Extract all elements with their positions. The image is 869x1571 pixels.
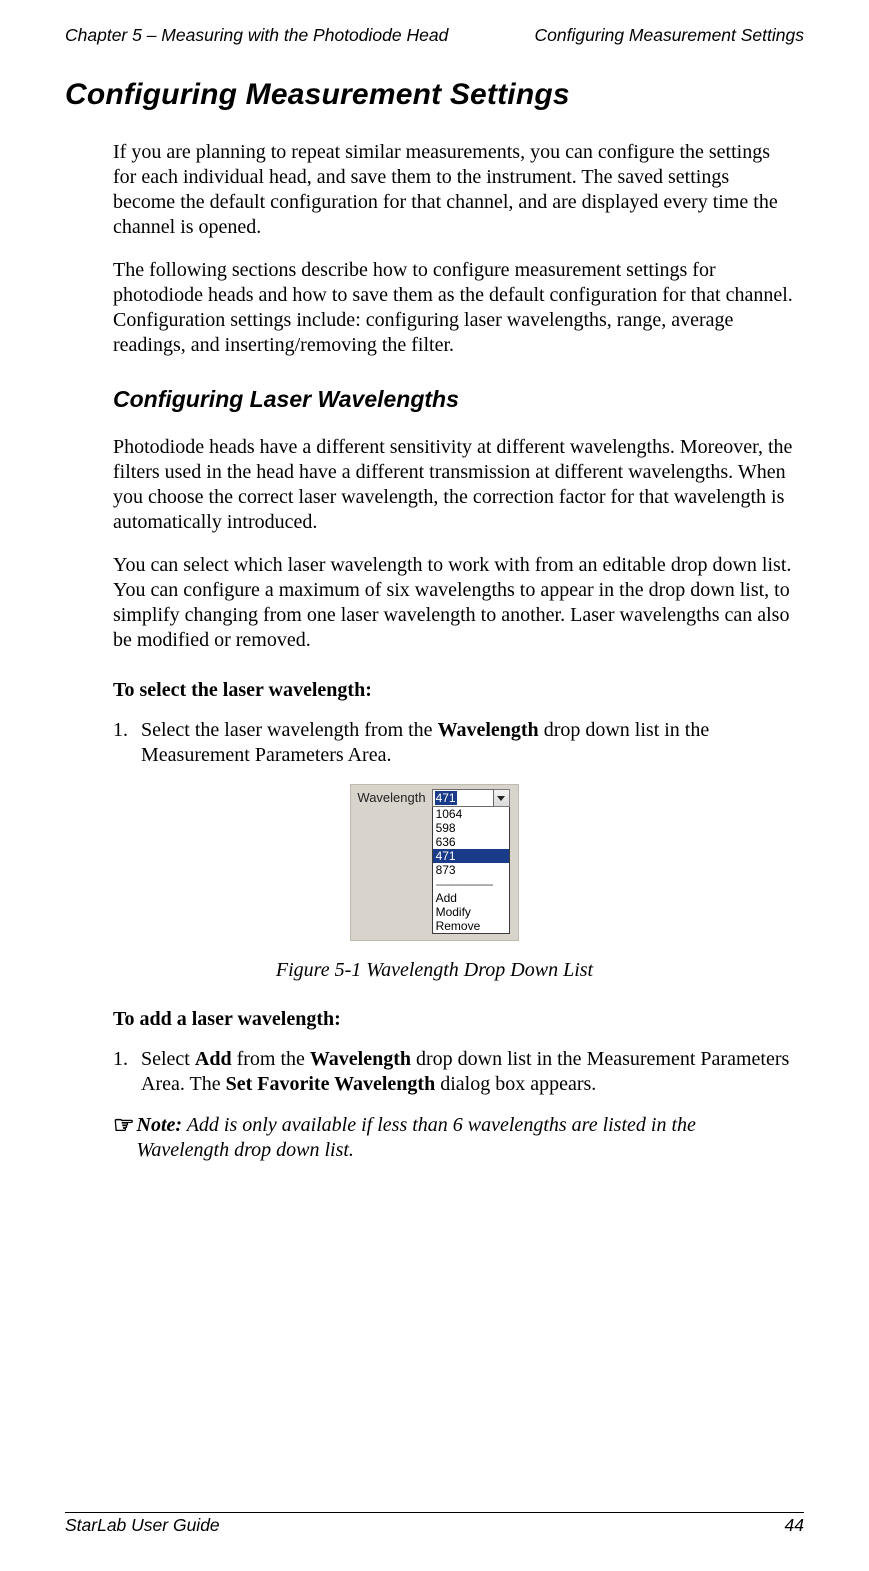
footer-left: StarLab User Guide [65,1515,220,1536]
subsection-title: Configuring Laser Wavelengths [113,386,804,413]
step-text-pre: Select the laser wavelength from the [141,719,438,741]
wavelength-dropdown-button[interactable] [494,789,510,807]
note-label: Note: [137,1114,183,1136]
step-add-1: 1. Select Add from the Wavelength drop d… [113,1047,793,1097]
wavelength-option-selected[interactable]: 471 [433,849,509,863]
wavelength-option-separator: ------------------- [433,877,509,891]
wavelength-option[interactable]: 636 [433,835,509,849]
wavelength-dropdown-widget: Wavelength 471 1064 598 636 471 873 [350,784,518,941]
step-select-1: 1. Select the laser wavelength from the … [113,718,793,768]
wavelength-selected-value[interactable]: 471 [432,789,494,807]
wavelength-action-remove[interactable]: Remove [433,919,509,933]
note-body: Add is only available if less than 6 wav… [137,1114,696,1161]
wavelength-option[interactable]: 873 [433,863,509,877]
procedure-heading-select: To select the laser wavelength: [113,679,804,702]
wavelength-label: Wavelength [357,789,425,807]
step-text-bold: Set Favorite Wavelength [226,1073,436,1095]
intro-paragraph-1: If you are planning to repeat similar me… [113,140,793,240]
footer-page-number: 44 [785,1515,804,1536]
wavelength-paragraph-1: Photodiode heads have a different sensit… [113,435,793,535]
pointing-hand-icon: ☞ [113,1114,135,1164]
page-footer: StarLab User Guide 44 [0,1512,869,1536]
wavelength-combobox[interactable]: 471 [432,789,510,807]
chevron-down-icon [497,796,505,801]
procedure-heading-add: To add a laser wavelength: [113,1008,804,1031]
step-number: 1. [113,1047,141,1097]
wavelength-action-add[interactable]: Add [433,891,509,905]
step-text-bold: Wavelength [438,719,539,741]
step-text: Select [141,1048,195,1070]
wavelength-option[interactable]: 1064 [433,807,509,821]
running-header: Chapter 5 – Measuring with the Photodiod… [65,25,804,46]
intro-paragraph-2: The following sections describe how to c… [113,258,793,358]
section-title: Configuring Measurement Settings [65,78,804,112]
note-block: ☞ Note: Add is only available if less th… [113,1113,793,1163]
step-text-bold: Wavelength [310,1048,411,1070]
step-text: dialog box appears. [435,1073,596,1095]
figure-wavelength-dropdown: Wavelength 471 1064 598 636 471 873 [65,784,804,941]
step-text: from the [232,1048,310,1070]
header-left: Chapter 5 – Measuring with the Photodiod… [65,25,448,46]
wavelength-action-modify[interactable]: Modify [433,905,509,919]
step-number: 1. [113,718,141,768]
wavelength-option[interactable]: 598 [433,821,509,835]
figure-caption: Figure 5-1 Wavelength Drop Down List [65,959,804,982]
wavelength-option-list[interactable]: 1064 598 636 471 873 -------------------… [432,807,510,934]
step-text-bold: Add [195,1048,232,1070]
wavelength-paragraph-2: You can select which laser wavelength to… [113,553,793,653]
header-right: Configuring Measurement Settings [535,25,804,46]
